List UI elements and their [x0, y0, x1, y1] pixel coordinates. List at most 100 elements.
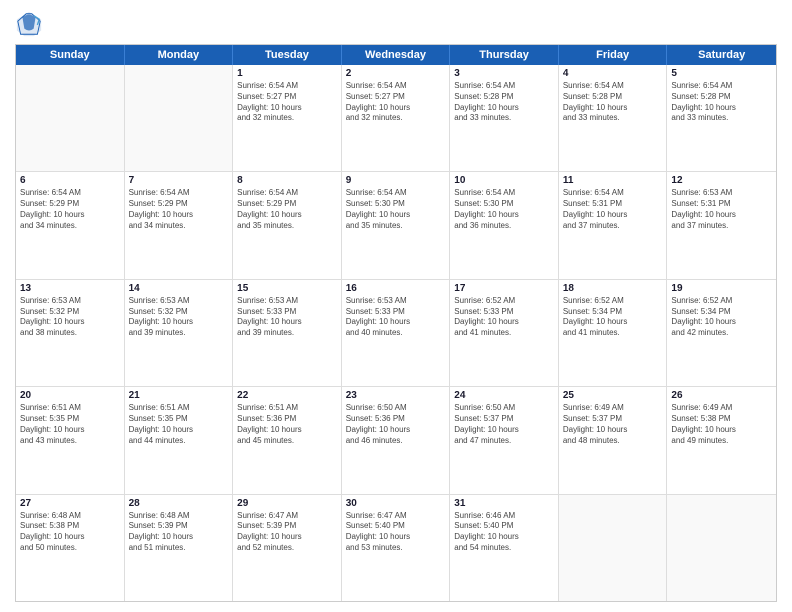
day-number: 25: [563, 390, 663, 401]
day-number: 18: [563, 283, 663, 294]
cal-cell: 25 Sunrise: 6:49 AM Sunset: 5:37 PM Dayli…: [559, 387, 668, 493]
day-number: 19: [671, 283, 772, 294]
day-number: 2: [346, 68, 446, 79]
week-row-2: 6 Sunrise: 6:54 AM Sunset: 5:29 PM Daylig…: [16, 172, 776, 279]
header-day-thursday: Thursday: [450, 45, 559, 65]
day-number: 6: [20, 175, 120, 186]
cal-cell: 1Sunrise: 6:54 AM Sunset: 5:27 PM Daylig…: [233, 65, 342, 171]
day-info: Sunrise: 6:54 AM Sunset: 5:29 PM Dayligh…: [237, 188, 337, 231]
day-number: 7: [129, 175, 229, 186]
day-number: 4: [563, 68, 663, 79]
day-info: Sunrise: 6:49 AM Sunset: 5:37 PM Dayligh…: [563, 403, 663, 446]
cal-cell: 26 Sunrise: 6:49 AM Sunset: 5:38 PM Dayli…: [667, 387, 776, 493]
week-row-3: 13Sunrise: 6:53 AM Sunset: 5:32 PM Dayli…: [16, 280, 776, 387]
day-info: Sunrise: 6:50 AM Sunset: 5:37 PM Dayligh…: [454, 403, 554, 446]
header: [15, 10, 777, 38]
day-info: Sunrise: 6:51 AM Sunset: 5:35 PM Dayligh…: [129, 403, 229, 446]
day-info: Sunrise: 6:54 AM Sunset: 5:31 PM Dayligh…: [563, 188, 663, 231]
day-number: 9: [346, 175, 446, 186]
day-number: 21: [129, 390, 229, 401]
day-number: 24: [454, 390, 554, 401]
cal-cell: 29Sunrise: 6:47 AM Sunset: 5:39 PM Dayli…: [233, 495, 342, 601]
logo: [15, 10, 47, 38]
cal-cell: 9 Sunrise: 6:54 AM Sunset: 5:30 PM Daylig…: [342, 172, 451, 278]
cal-cell: 12 Sunrise: 6:53 AM Sunset: 5:31 PM Dayli…: [667, 172, 776, 278]
day-info: Sunrise: 6:53 AM Sunset: 5:33 PM Dayligh…: [346, 296, 446, 339]
day-number: 16: [346, 283, 446, 294]
cal-cell: 17Sunrise: 6:52 AM Sunset: 5:33 PM Dayli…: [450, 280, 559, 386]
cal-cell: 27 Sunrise: 6:48 AM Sunset: 5:38 PM Dayli…: [16, 495, 125, 601]
day-info: Sunrise: 6:51 AM Sunset: 5:36 PM Dayligh…: [237, 403, 337, 446]
day-number: 27: [20, 498, 120, 509]
day-number: 3: [454, 68, 554, 79]
cal-cell: 11 Sunrise: 6:54 AM Sunset: 5:31 PM Dayli…: [559, 172, 668, 278]
cal-cell: [125, 65, 234, 171]
cal-cell: 14 Sunrise: 6:53 AM Sunset: 5:32 PM Dayli…: [125, 280, 234, 386]
header-day-sunday: Sunday: [16, 45, 125, 65]
day-info: Sunrise: 6:52 AM Sunset: 5:33 PM Dayligh…: [454, 296, 554, 339]
cal-cell: 24 Sunrise: 6:50 AM Sunset: 5:37 PM Dayli…: [450, 387, 559, 493]
page: SundayMondayTuesdayWednesdayThursdayFrid…: [0, 0, 792, 612]
cal-cell: 7 Sunrise: 6:54 AM Sunset: 5:29 PM Daylig…: [125, 172, 234, 278]
cal-cell: 31 Sunrise: 6:46 AM Sunset: 5:40 PM Dayli…: [450, 495, 559, 601]
day-number: 12: [671, 175, 772, 186]
day-info: Sunrise: 6:53 AM Sunset: 5:31 PM Dayligh…: [671, 188, 772, 231]
header-day-friday: Friday: [559, 45, 668, 65]
day-info: Sunrise: 6:52 AM Sunset: 5:34 PM Dayligh…: [671, 296, 772, 339]
cal-cell: 23 Sunrise: 6:50 AM Sunset: 5:36 PM Dayli…: [342, 387, 451, 493]
day-number: 22: [237, 390, 337, 401]
week-row-5: 27 Sunrise: 6:48 AM Sunset: 5:38 PM Dayli…: [16, 495, 776, 601]
cal-cell: 4 Sunrise: 6:54 AM Sunset: 5:28 PM Daylig…: [559, 65, 668, 171]
calendar: SundayMondayTuesdayWednesdayThursdayFrid…: [15, 44, 777, 602]
cal-cell: 28 Sunrise: 6:48 AM Sunset: 5:39 PM Dayli…: [125, 495, 234, 601]
day-number: 31: [454, 498, 554, 509]
cal-cell: 10 Sunrise: 6:54 AM Sunset: 5:30 PM Dayli…: [450, 172, 559, 278]
header-day-monday: Monday: [125, 45, 234, 65]
cal-cell: 8 Sunrise: 6:54 AM Sunset: 5:29 PM Daylig…: [233, 172, 342, 278]
cal-cell: [559, 495, 668, 601]
calendar-header: SundayMondayTuesdayWednesdayThursdayFrid…: [16, 45, 776, 65]
day-info: Sunrise: 6:54 AM Sunset: 5:27 PM Dayligh…: [346, 81, 446, 124]
day-info: Sunrise: 6:54 AM Sunset: 5:29 PM Dayligh…: [129, 188, 229, 231]
cal-cell: 21 Sunrise: 6:51 AM Sunset: 5:35 PM Dayli…: [125, 387, 234, 493]
day-info: Sunrise: 6:54 AM Sunset: 5:28 PM Dayligh…: [454, 81, 554, 124]
cal-cell: 20 Sunrise: 6:51 AM Sunset: 5:35 PM Dayli…: [16, 387, 125, 493]
day-number: 8: [237, 175, 337, 186]
day-info: Sunrise: 6:54 AM Sunset: 5:28 PM Dayligh…: [563, 81, 663, 124]
calendar-body: 1Sunrise: 6:54 AM Sunset: 5:27 PM Daylig…: [16, 65, 776, 601]
cal-cell: 2 Sunrise: 6:54 AM Sunset: 5:27 PM Daylig…: [342, 65, 451, 171]
cal-cell: 18 Sunrise: 6:52 AM Sunset: 5:34 PM Dayli…: [559, 280, 668, 386]
day-number: 10: [454, 175, 554, 186]
day-number: 14: [129, 283, 229, 294]
day-info: Sunrise: 6:46 AM Sunset: 5:40 PM Dayligh…: [454, 511, 554, 554]
cal-cell: 15Sunrise: 6:53 AM Sunset: 5:33 PM Dayli…: [233, 280, 342, 386]
day-info: Sunrise: 6:54 AM Sunset: 5:27 PM Dayligh…: [237, 81, 337, 124]
day-info: Sunrise: 6:51 AM Sunset: 5:35 PM Dayligh…: [20, 403, 120, 446]
day-info: Sunrise: 6:54 AM Sunset: 5:30 PM Dayligh…: [454, 188, 554, 231]
cal-cell: 19 Sunrise: 6:52 AM Sunset: 5:34 PM Dayli…: [667, 280, 776, 386]
cal-cell: 5 Sunrise: 6:54 AM Sunset: 5:28 PM Daylig…: [667, 65, 776, 171]
day-info: Sunrise: 6:49 AM Sunset: 5:38 PM Dayligh…: [671, 403, 772, 446]
day-number: 5: [671, 68, 772, 79]
day-info: Sunrise: 6:54 AM Sunset: 5:30 PM Dayligh…: [346, 188, 446, 231]
cal-cell: 22 Sunrise: 6:51 AM Sunset: 5:36 PM Dayli…: [233, 387, 342, 493]
day-number: 26: [671, 390, 772, 401]
day-info: Sunrise: 6:48 AM Sunset: 5:38 PM Dayligh…: [20, 511, 120, 554]
logo-icon: [15, 10, 43, 38]
day-info: Sunrise: 6:54 AM Sunset: 5:28 PM Dayligh…: [671, 81, 772, 124]
day-number: 23: [346, 390, 446, 401]
day-info: Sunrise: 6:50 AM Sunset: 5:36 PM Dayligh…: [346, 403, 446, 446]
day-number: 11: [563, 175, 663, 186]
cal-cell: 6 Sunrise: 6:54 AM Sunset: 5:29 PM Daylig…: [16, 172, 125, 278]
header-day-tuesday: Tuesday: [233, 45, 342, 65]
day-info: Sunrise: 6:53 AM Sunset: 5:32 PM Dayligh…: [20, 296, 120, 339]
header-day-wednesday: Wednesday: [342, 45, 451, 65]
day-info: Sunrise: 6:54 AM Sunset: 5:29 PM Dayligh…: [20, 188, 120, 231]
day-number: 15: [237, 283, 337, 294]
day-number: 28: [129, 498, 229, 509]
day-info: Sunrise: 6:53 AM Sunset: 5:32 PM Dayligh…: [129, 296, 229, 339]
day-info: Sunrise: 6:48 AM Sunset: 5:39 PM Dayligh…: [129, 511, 229, 554]
day-info: Sunrise: 6:52 AM Sunset: 5:34 PM Dayligh…: [563, 296, 663, 339]
week-row-1: 1Sunrise: 6:54 AM Sunset: 5:27 PM Daylig…: [16, 65, 776, 172]
day-number: 20: [20, 390, 120, 401]
